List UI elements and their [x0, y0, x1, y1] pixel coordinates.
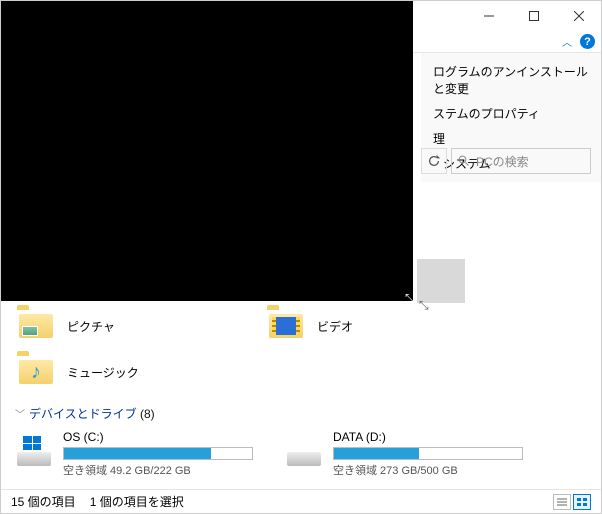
view-details-button[interactable] — [553, 494, 571, 510]
drive-usage-bar — [333, 447, 523, 460]
folder-icon: ♪ — [15, 355, 57, 389]
maximize-button[interactable] — [511, 1, 556, 31]
drive-name: DATA (D:) — [333, 430, 555, 444]
folder-icon — [15, 309, 57, 343]
drive-free-text: 空き領域 273 GB/500 GB — [333, 462, 555, 478]
folder-pictures[interactable]: ピクチャ — [15, 307, 265, 353]
section-title: デバイスとドライブ — [29, 405, 137, 422]
drive-icon — [15, 436, 55, 466]
drive-usage-bar — [63, 447, 253, 460]
search-input[interactable]: PCの検索 — [451, 148, 591, 174]
help-icon[interactable]: ? — [580, 34, 595, 49]
occluding-window[interactable] — [1, 1, 413, 301]
folder-music[interactable]: ♪ ミュージック — [15, 353, 265, 399]
folder-icon — [265, 309, 307, 343]
menu-uninstall[interactable]: ログラムのアンインストールと変更 — [421, 59, 601, 101]
status-bar: 15 個の項目 1 個の項目を選択 — [1, 489, 601, 513]
drive-c[interactable]: OS (C:) 空き領域 49.2 GB/222 GB — [15, 430, 285, 478]
windows-flag-icon — [23, 436, 41, 450]
resize-handle-icon[interactable]: ⤡ — [405, 291, 415, 306]
section-count: (8) — [140, 407, 155, 421]
address-row: PCの検索 — [421, 146, 601, 176]
section-header-drives[interactable]: ﹀ デバイスとドライブ (8) — [15, 405, 587, 422]
close-button[interactable] — [556, 1, 601, 31]
drive-icon — [285, 436, 325, 466]
search-icon — [458, 155, 470, 167]
folder-label: ビデオ — [317, 318, 353, 335]
status-selection: 1 個の項目を選択 — [90, 493, 184, 510]
chevron-down-icon: ﹀ — [15, 406, 25, 421]
menu-system-properties[interactable]: ステムのプロパティ — [421, 101, 601, 126]
status-item-count: 15 個の項目 — [11, 493, 76, 510]
drive-free-text: 空き領域 49.2 GB/222 GB — [63, 462, 285, 478]
refresh-button[interactable] — [421, 148, 447, 174]
thumbnail-placeholder — [417, 259, 465, 303]
drive-d[interactable]: DATA (D:) 空き領域 273 GB/500 GB — [285, 430, 555, 478]
folder-label: ピクチャ — [67, 318, 115, 335]
content-area: ピクチャ ビデオ ♪ ミュージック ﹀ デバイスとドライブ (8) OS (C:… — [15, 307, 587, 478]
minimize-button[interactable] — [466, 1, 511, 31]
folder-label: ミュージック — [67, 364, 139, 381]
search-placeholder: PCの検索 — [476, 153, 529, 170]
resize-target-icon: ⤡ — [419, 298, 429, 313]
chevron-up-icon[interactable]: ︿ — [562, 34, 572, 49]
view-tiles-button[interactable] — [573, 494, 591, 510]
folder-videos[interactable]: ビデオ — [265, 307, 515, 353]
drive-name: OS (C:) — [63, 430, 285, 444]
